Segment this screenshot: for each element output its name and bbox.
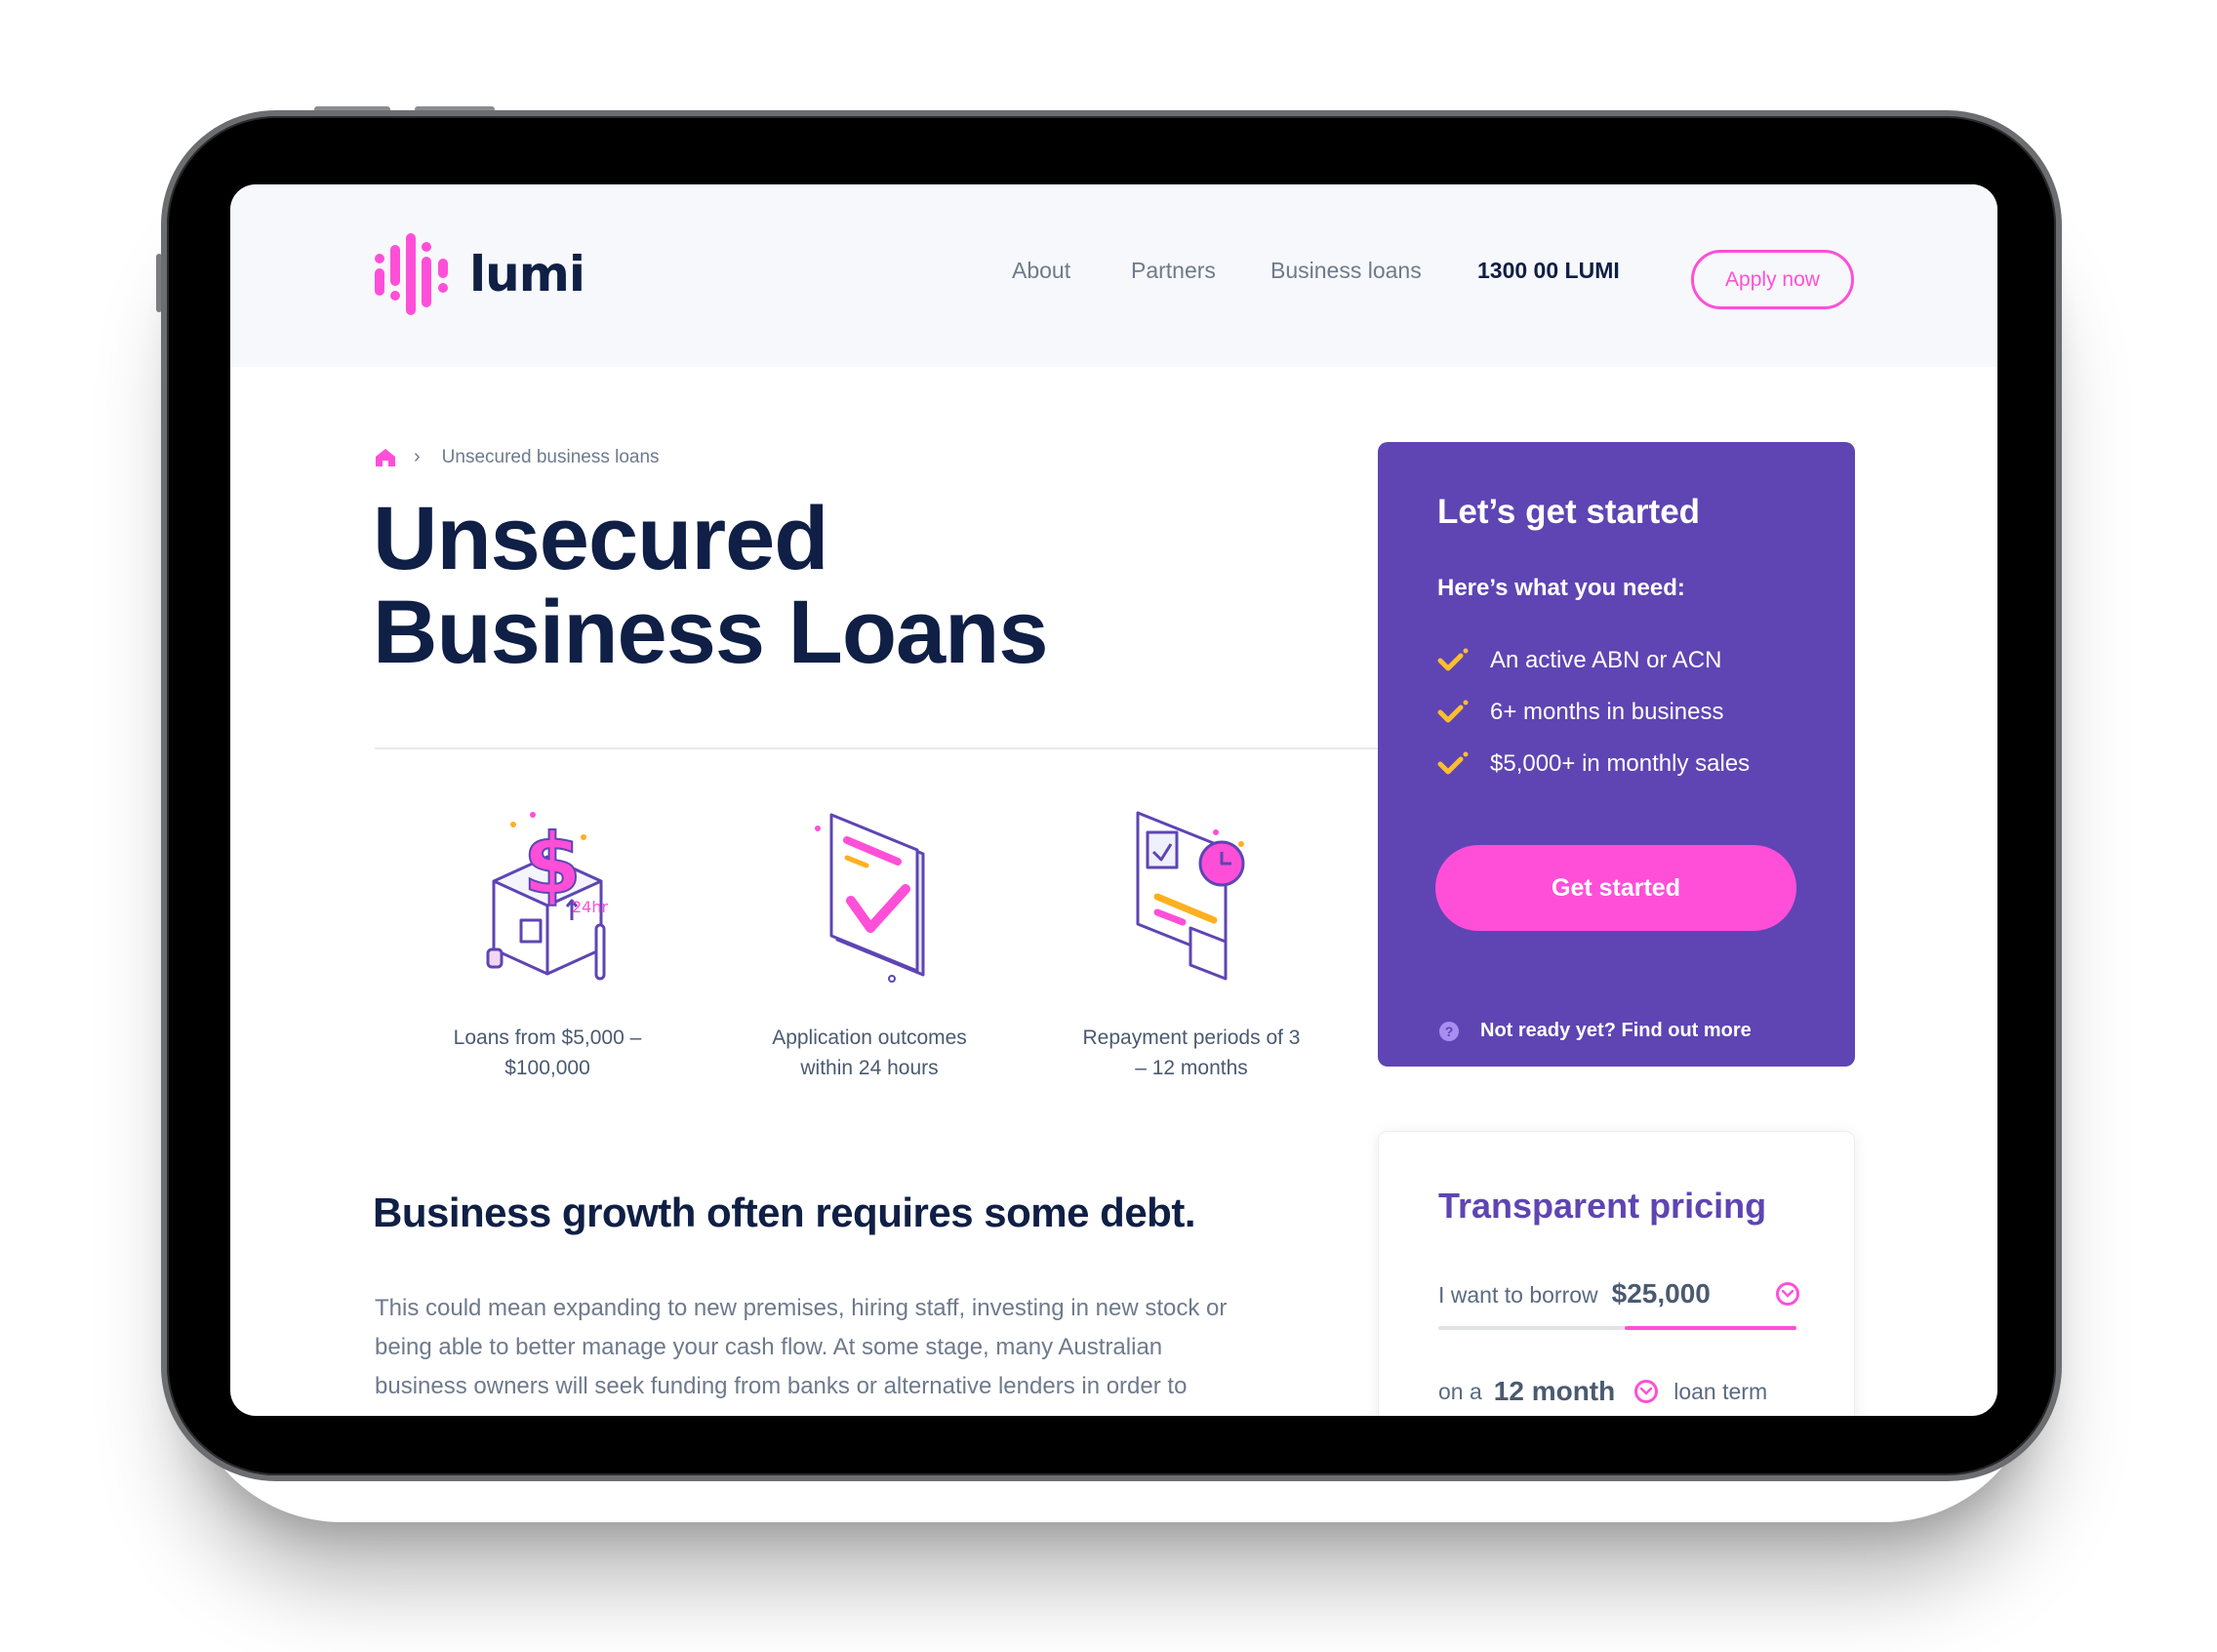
phone-number-link[interactable]: 1300 00 LUMI (1477, 258, 1620, 284)
repayment-schedule-illustration-icon (1136, 811, 1245, 981)
borrow-amount-select[interactable]: $25,000 (1612, 1278, 1711, 1310)
term-prefix: on a (1438, 1378, 1482, 1404)
nav-about[interactable]: About (1012, 258, 1070, 284)
breadcrumb: › Unsecured business loans (375, 446, 660, 468)
logo[interactable]: lumi (374, 233, 585, 315)
page-title-line-2: Business Loans (373, 583, 1049, 682)
check-icon (1437, 751, 1469, 775)
hero-divider (375, 747, 1378, 749)
requirement-item: An active ABN or ACN (1437, 647, 1721, 674)
approved-document-illustration-icon (815, 813, 925, 983)
borrow-prefix: I want to borrow (1438, 1282, 1598, 1308)
chevron-down-icon[interactable] (1776, 1282, 1799, 1306)
chevron-right-icon: › (414, 446, 421, 467)
section-paragraph: This could mean expanding to new premise… (375, 1295, 1228, 1399)
dollar-box-illustration-icon: $ 24hr (486, 812, 609, 981)
check-icon (1437, 700, 1469, 723)
loan-term-select[interactable]: 12 month (1494, 1376, 1615, 1407)
chevron-down-icon[interactable] (1634, 1380, 1659, 1403)
nav-partners[interactable]: Partners (1131, 258, 1216, 284)
loan-term-row: on a 12 month loan term (1438, 1376, 1767, 1407)
term-suffix: loan term (1673, 1378, 1768, 1404)
breadcrumb-current: Unsecured business loans (441, 446, 660, 467)
borrow-amount-row: I want to borrow $25,000 (1438, 1278, 1799, 1310)
check-icon (1437, 648, 1469, 671)
feature-loan-amount: $ 24hr Loans from $5,000 – $100,000 (411, 803, 684, 1083)
card-title: Let’s get started (1437, 493, 1701, 531)
apply-now-button[interactable]: Apply now (1691, 250, 1854, 309)
svg-text:24hr: 24hr (572, 898, 609, 916)
logo-wordmark: lumi (469, 246, 585, 302)
get-started-button[interactable]: Get started (1435, 845, 1796, 931)
browser-screen: lumi About Partners Business loans 1300 … (230, 184, 1997, 1416)
borrow-amount-slider[interactable] (1438, 1326, 1796, 1330)
home-icon[interactable] (375, 448, 396, 467)
feature-label: Loans from $5,000 – $100,000 (453, 1027, 642, 1079)
requirement-item: $5,000+ in monthly sales (1437, 750, 1750, 778)
feature-repayment-period: Repayment periods of 3 – 12 months (1055, 803, 1328, 1083)
nav-business-loans[interactable]: Business loans (1270, 258, 1422, 284)
slider-fill (1624, 1326, 1796, 1330)
pricing-card: Transparent pricing I want to borrow $25… (1378, 1131, 1855, 1416)
lumi-wave-logo-icon (375, 233, 448, 315)
find-out-more-link[interactable]: ? Not ready yet? Find out more (1439, 1020, 1752, 1042)
section-heading: Business growth often requires some debt… (373, 1189, 1195, 1235)
question-icon: ? (1439, 1021, 1459, 1041)
page-title: Unsecured Business Loans (373, 489, 1049, 682)
card-subtitle: Here’s what you need: (1437, 575, 1685, 601)
feature-label: Application outcomes within 24 hours (772, 1027, 967, 1079)
requirement-item: 6+ months in business (1437, 699, 1723, 726)
feature-label: Repayment periods of 3 – 12 months (1082, 1027, 1301, 1079)
page-title-line-1: Unsecured (373, 489, 828, 588)
pricing-title: Transparent pricing (1438, 1186, 1767, 1226)
get-started-card: Let’s get started Here’s what you need: … (1378, 442, 1855, 1067)
feature-fast-outcome: Application outcomes within 24 hours (733, 803, 1006, 1083)
site-header: lumi About Partners Business loans 1300 … (230, 184, 1997, 367)
